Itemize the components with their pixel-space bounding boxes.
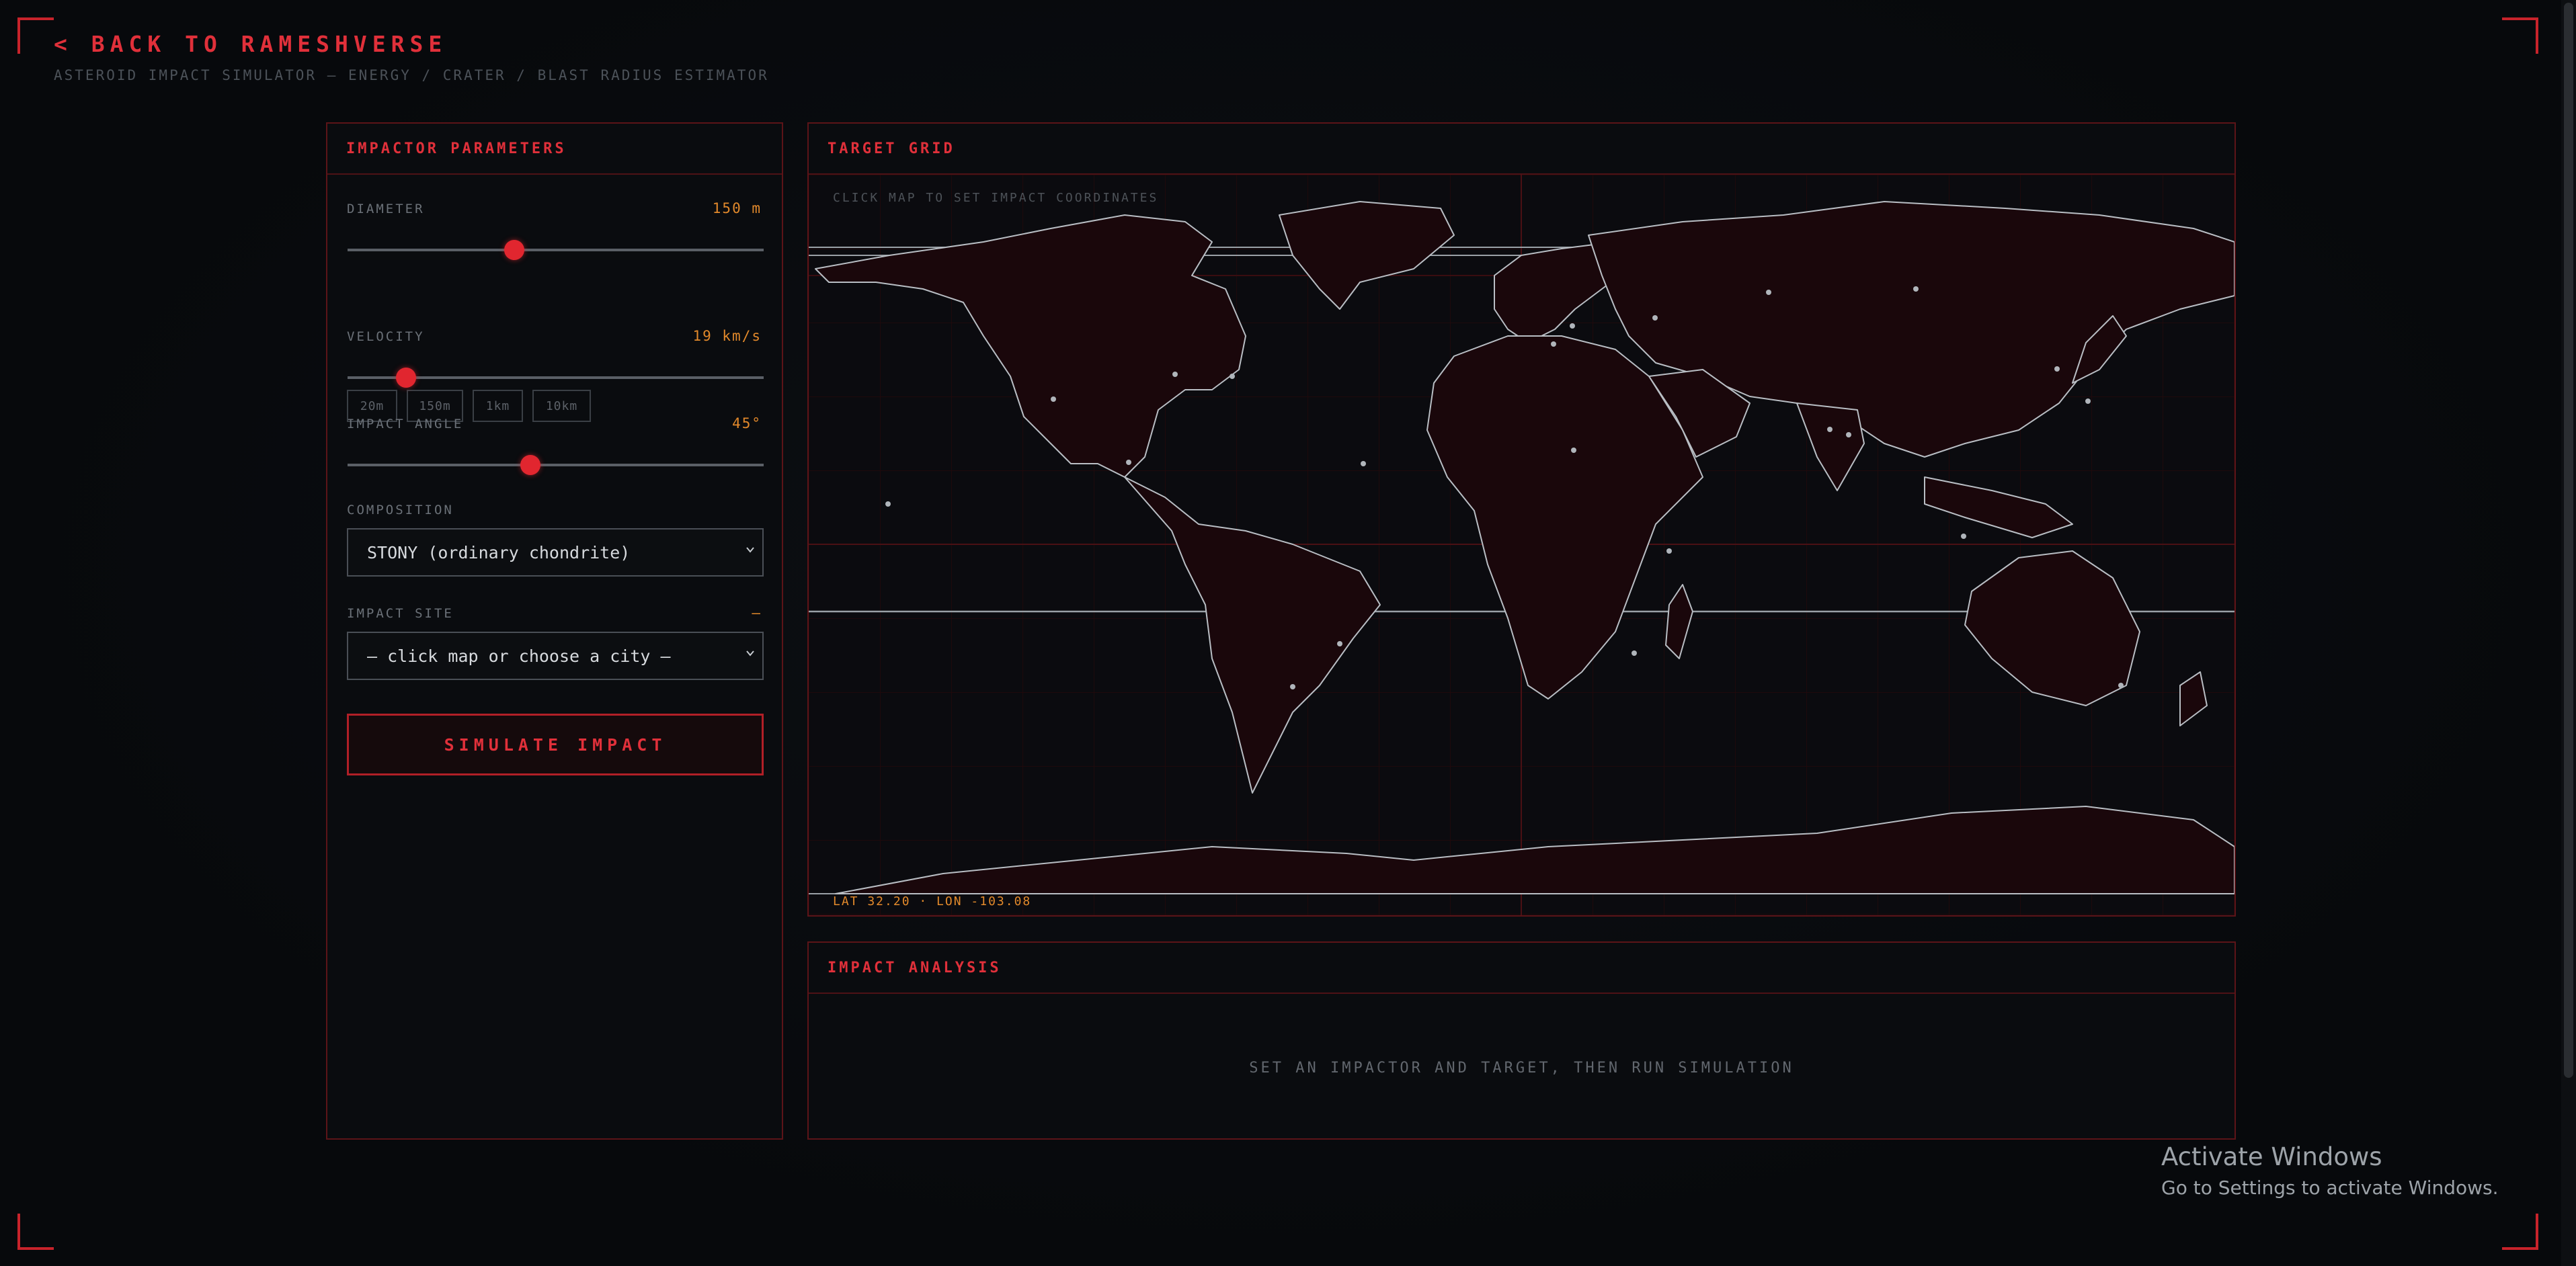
angle-slider[interactable]	[348, 455, 764, 475]
site-value: —	[752, 605, 762, 621]
simulate-impact-button[interactable]: SIMULATE IMPACT	[347, 714, 764, 775]
composition-label: COMPOSITION	[347, 503, 454, 517]
world-map-graphic	[809, 175, 2235, 915]
composition-select[interactable]: STONY (ordinary chondrite)	[347, 528, 764, 577]
impactor-panel: IMPACTOR PARAMETERS DIAMETER 150 m 20m 1…	[326, 122, 783, 1140]
angle-slider-thumb[interactable]	[520, 455, 541, 475]
frame-corner-top-left	[17, 17, 54, 54]
target-grid-title: TARGET GRID	[809, 124, 2235, 175]
diameter-slider-thumb[interactable]	[504, 240, 524, 260]
impactor-panel-title: IMPACTOR PARAMETERS	[327, 124, 782, 175]
velocity-slider-thumb[interactable]	[395, 368, 416, 388]
watermark-subtitle: Go to Settings to activate Windows.	[2161, 1177, 2499, 1199]
frame-corner-bottom-left	[17, 1214, 54, 1250]
frame-corner-top-right	[2502, 17, 2538, 54]
site-select[interactable]: — click map or choose a city —	[347, 632, 764, 680]
velocity-slider[interactable]	[348, 368, 764, 388]
site-select-value: — click map or choose a city —	[367, 646, 671, 666]
back-link[interactable]: < BACK TO RAMESHVERSE	[54, 31, 447, 57]
diameter-slider[interactable]	[348, 240, 764, 260]
page-scrollbar-thumb[interactable]	[2564, 3, 2573, 1078]
page-scrollbar[interactable]	[2561, 0, 2576, 1266]
site-label: IMPACT SITE	[347, 606, 454, 621]
preset-1km-button[interactable]: 1km	[473, 390, 523, 422]
map-hint: CLICK MAP TO SET IMPACT COORDINATES	[833, 191, 1159, 205]
frame-corner-bottom-right	[2502, 1214, 2538, 1250]
preset-10km-button[interactable]: 10km	[532, 390, 591, 422]
composition-select-value: STONY (ordinary chondrite)	[367, 542, 631, 562]
chevron-down-icon	[746, 650, 754, 657]
map-coords-readout: LAT 32.20 · LON -103.08	[833, 894, 1032, 909]
diameter-value: 150 m	[712, 200, 762, 216]
world-map[interactable]: CLICK MAP TO SET IMPACT COORDINATES LAT …	[809, 175, 2235, 915]
windows-activation-watermark: Activate Windows Go to Settings to activ…	[2161, 1142, 2499, 1199]
analysis-empty-message: SET AN IMPACTOR AND TARGET, THEN RUN SIM…	[1249, 1060, 1794, 1077]
velocity-value: 19 km/s	[692, 328, 762, 344]
velocity-label: VELOCITY	[347, 329, 425, 344]
target-grid-panel: TARGET GRID CLICK MAP TO SET IMPACT COOR…	[807, 122, 2236, 917]
watermark-title: Activate Windows	[2161, 1142, 2382, 1171]
impact-analysis-panel: IMPACT ANALYSIS SET AN IMPACTOR AND TARG…	[807, 941, 2236, 1140]
angle-label: IMPACT ANGLE	[347, 417, 464, 431]
diameter-label: DIAMETER	[347, 202, 425, 216]
angle-value: 45°	[732, 415, 762, 431]
page-subtitle: ASTEROID IMPACT SIMULATOR — ENERGY / CRA…	[54, 67, 769, 83]
impact-analysis-title: IMPACT ANALYSIS	[809, 943, 2235, 994]
chevron-down-icon	[746, 547, 754, 553]
